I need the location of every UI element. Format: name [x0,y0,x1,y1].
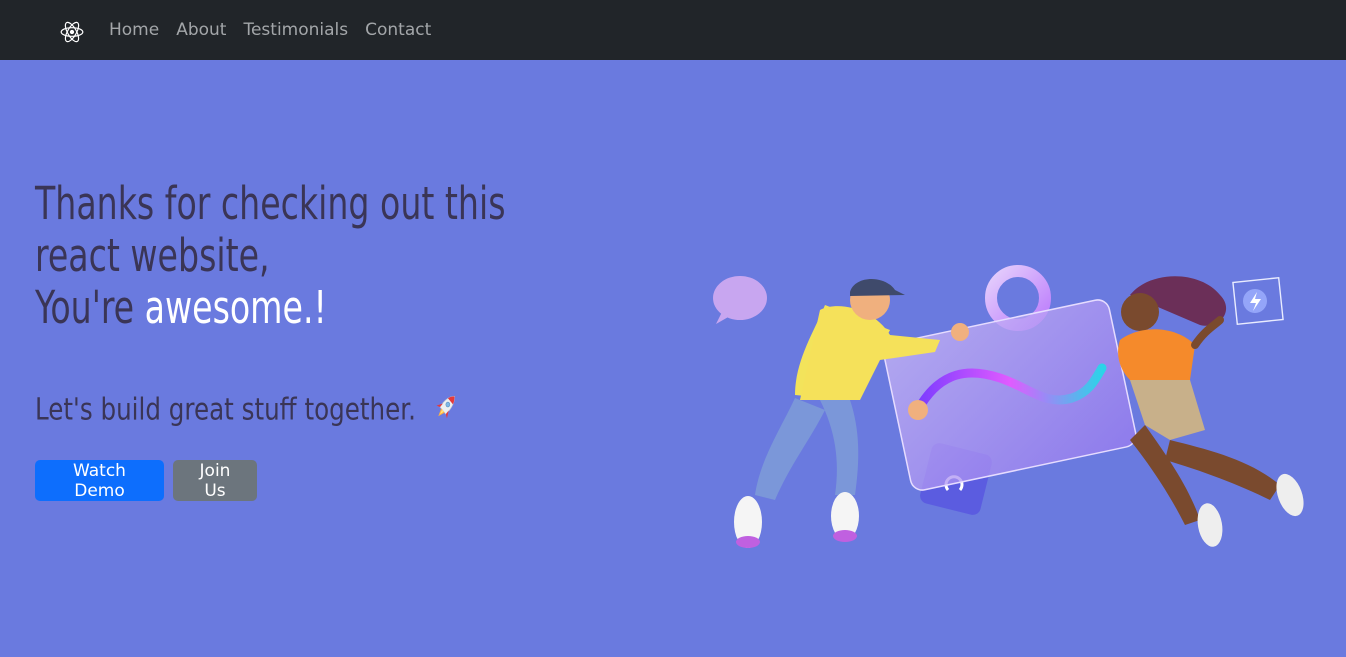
speech-bubble-icon [713,276,767,324]
nav-links: Home About Testimonials Contact [109,0,448,60]
hero-headline: Thanks for checking out this react websi… [35,178,543,334]
tagline-text: Let's build great stuff together. [35,392,416,428]
hero-section: Thanks for checking out this react websi… [0,60,1346,657]
lightning-icon [1232,276,1284,326]
nav-link-testimonials[interactable]: Testimonials [243,20,348,40]
nav-link-contact[interactable]: Contact [365,20,431,40]
headline-line1: Thanks for checking out this react websi… [35,177,506,282]
headline-prefix: You're [35,281,145,334]
woman-figure [1118,276,1304,547]
watch-demo-button[interactable]: Watch Demo [35,460,164,501]
react-logo-icon[interactable] [58,18,86,46]
nav-link-home[interactable]: Home [109,20,159,40]
hero-tagline: Let's build great stuff together. [35,390,460,432]
headline-accent: awesome.! [144,281,327,334]
navbar: Home About Testimonials Contact [0,0,1346,60]
hero-illustration [700,200,1320,560]
nav-link-about[interactable]: About [176,20,226,40]
rocket-icon [432,390,460,432]
join-us-button[interactable]: Join Us [173,460,257,501]
